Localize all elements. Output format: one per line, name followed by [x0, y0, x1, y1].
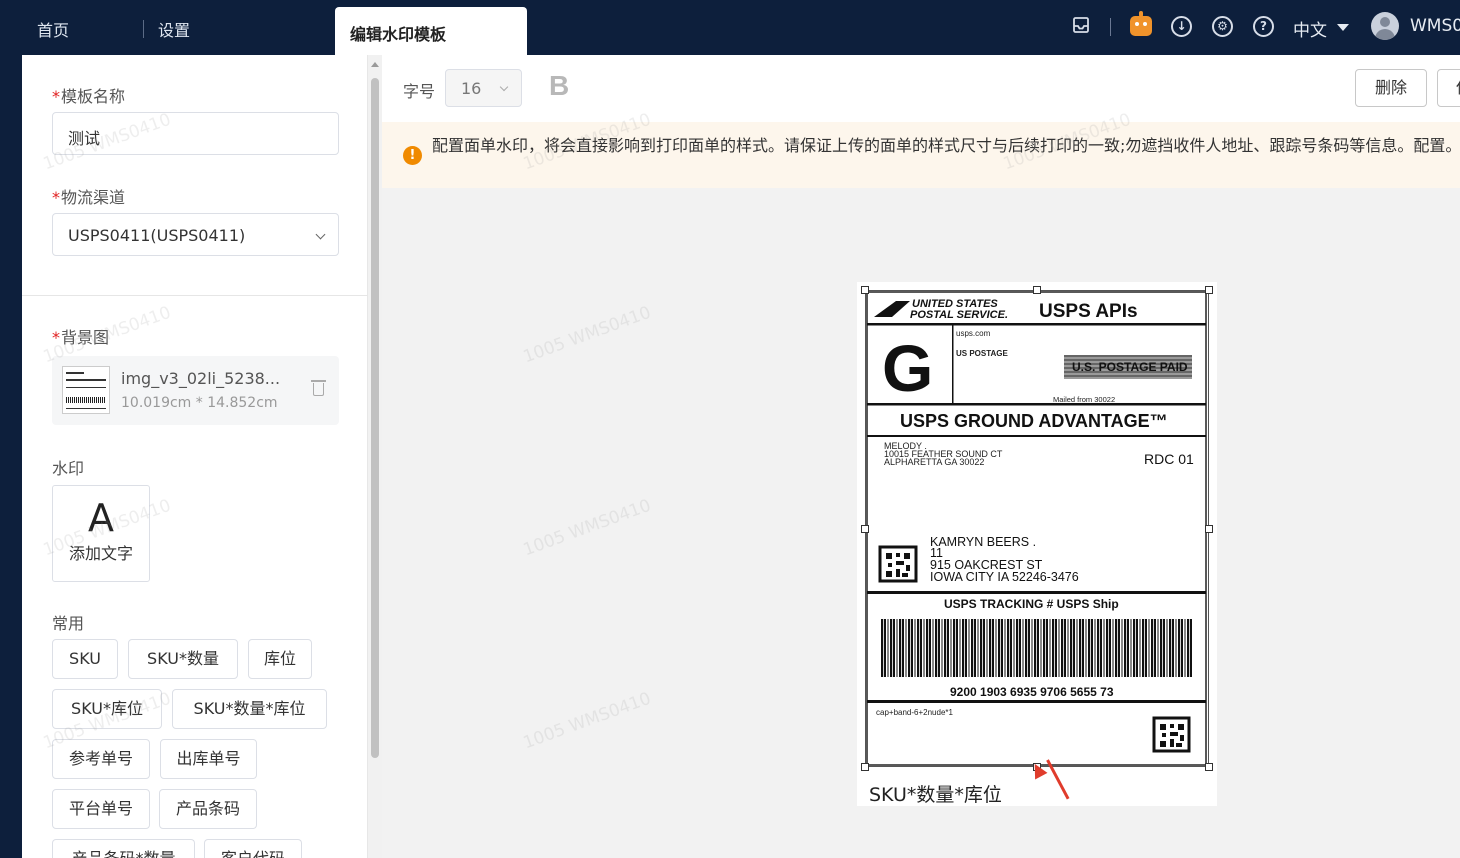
resize-handle[interactable] [1205, 763, 1213, 771]
editor-toolbar [382, 55, 1460, 122]
chevron-down-icon [499, 82, 509, 92]
robot-icon[interactable] [1130, 16, 1152, 36]
chip-sku-location[interactable]: SKU*库位 [52, 689, 162, 729]
font-size-label: 字号 [403, 82, 436, 101]
chevron-down-icon [315, 229, 326, 240]
resize-handle[interactable] [861, 525, 869, 533]
background-file-name: img_v3_02li_5238... [121, 369, 281, 388]
toolbar-separator [1110, 18, 1111, 36]
resize-handle[interactable] [1205, 525, 1213, 533]
chip-sku-qty[interactable]: SKU*数量 [128, 639, 238, 679]
download-icon[interactable]: ↓ [1171, 16, 1192, 37]
help-icon[interactable]: ? [1253, 16, 1274, 37]
chip-product-barcode-qty[interactable]: 产品条码*数量 [52, 839, 195, 858]
nav-separator [143, 20, 144, 38]
selection-box[interactable] [865, 290, 1209, 767]
add-text-button[interactable]: A 添加文字 [52, 485, 150, 582]
required-mark: * [52, 328, 60, 347]
channel-label: *物流渠道 [52, 188, 126, 207]
chip-reference-no[interactable]: 参考单号 [52, 739, 150, 779]
language-selector[interactable]: 中文 [1293, 16, 1327, 41]
chevron-down-icon[interactable] [1337, 24, 1349, 31]
scrollbar-thumb[interactable] [371, 78, 379, 758]
user-name[interactable]: WMS0410 [1410, 16, 1460, 36]
scroll-up-icon[interactable] [371, 62, 379, 67]
avatar[interactable] [1371, 12, 1399, 40]
settings-icon[interactable]: ⚙ [1212, 16, 1233, 37]
nav-home[interactable]: 首页 [37, 0, 69, 55]
common-label: 常用 [52, 614, 85, 633]
bold-button[interactable]: B [549, 70, 569, 102]
chip-platform-no[interactable]: 平台单号 [52, 789, 150, 829]
template-name-label: *模板名称 [52, 87, 126, 106]
background-thumbnail [62, 366, 110, 414]
chip-location[interactable]: 库位 [248, 639, 312, 679]
warning-icon: ! [403, 146, 422, 165]
trash-icon[interactable] [311, 380, 326, 396]
nav-settings[interactable]: 设置 [158, 0, 190, 55]
add-text-label: 添加文字 [68, 544, 133, 563]
inbox-icon[interactable] [1070, 15, 1092, 37]
delete-button[interactable]: 删除 [1355, 69, 1427, 107]
section-divider [22, 295, 368, 296]
font-size-select[interactable]: 16 [445, 69, 522, 107]
resize-handle[interactable] [861, 286, 869, 294]
channel-select[interactable]: USPS0411(USPS0411) [52, 213, 339, 256]
warning-alert [382, 122, 1460, 188]
chip-sku-qty-location[interactable]: SKU*数量*库位 [172, 689, 327, 729]
resize-handle[interactable] [861, 763, 869, 771]
watermark-label: 水印 [52, 459, 85, 478]
required-mark: * [52, 87, 60, 106]
left-edge-strip [0, 55, 22, 858]
watermark-text-element[interactable]: SKU*数量*库位 [869, 780, 1002, 807]
warning-text: 配置面单水印，将会直接影响到打印面单的样式。请保证上传的面单的样式尺寸与后续打印… [432, 136, 1460, 155]
background-file-item[interactable]: img_v3_02li_5238... 10.019cm * 14.852cm [52, 356, 339, 425]
chip-customer-code[interactable]: 客户代码 [204, 839, 302, 858]
template-name-input[interactable]: 测试 [52, 112, 339, 155]
resize-handle[interactable] [1033, 286, 1041, 294]
background-file-size: 10.019cm * 14.852cm [121, 395, 278, 411]
chip-sku[interactable]: SKU [52, 639, 118, 679]
text-icon: A [88, 496, 114, 540]
top-navigation-bar: 首页 设置 编辑水印模板 ↓ ⚙ ? 中文 WMS0410 [0, 0, 1460, 55]
resize-handle[interactable] [1205, 286, 1213, 294]
background-label: *背景图 [52, 328, 110, 347]
chip-outbound-no[interactable]: 出库单号 [160, 739, 257, 779]
save-button[interactable]: 保存 [1437, 69, 1460, 107]
tab-edit-watermark-template[interactable]: 编辑水印模板 [335, 7, 527, 55]
required-mark: * [52, 188, 60, 207]
chip-product-barcode[interactable]: 产品条码 [159, 789, 257, 829]
